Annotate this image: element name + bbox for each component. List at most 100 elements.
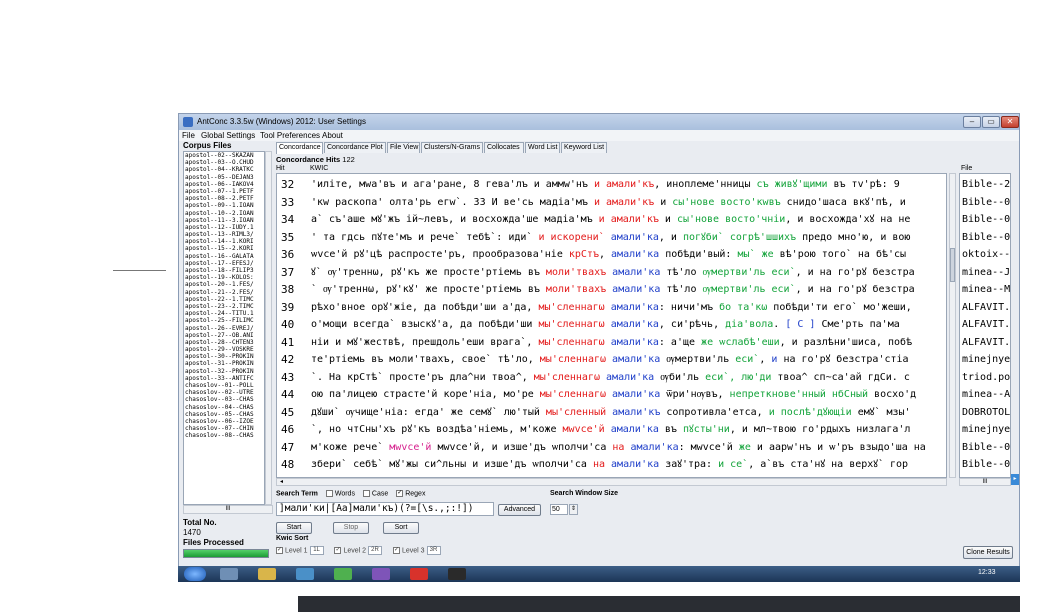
corpus-file-item[interactable]: apostol--08--2.PETF [184, 195, 264, 202]
corpus-file-item[interactable]: apostol--22--1.TIMC [184, 296, 264, 303]
corpus-file-item[interactable]: apostol--12--IUDY.1 [184, 224, 264, 231]
level-2-checkbox[interactable]: ✓ [334, 547, 342, 554]
concordance-row[interactable]: 34 а` съ'аше мꙋ'жъ ій~левъ, и восхожда'ше… [277, 211, 946, 229]
corpus-file-item[interactable]: apostol--04--KRATKC [184, 166, 264, 173]
corpus-file-item[interactable]: apostol--21--2.FES/ [184, 289, 264, 296]
corpus-file-item[interactable]: apostol--32--PROKIN [184, 368, 264, 375]
menu-file[interactable]: File [182, 131, 195, 140]
minimize-button[interactable]: – [963, 116, 981, 128]
advanced-button[interactable]: Advanced [498, 504, 541, 516]
clone-results-button[interactable]: Clone Results [963, 546, 1013, 559]
corpus-file-item[interactable]: apostol--13--RIML3/ [184, 231, 264, 238]
corpus-file-item[interactable]: apostol--31--PROKIN [184, 360, 264, 367]
corpus-file-item[interactable]: apostol--06--IAKOV4 [184, 181, 264, 188]
concordance-row[interactable]: 35 ' та гдсь пꙋте'мъ и рече` тебѣ`: иди` … [277, 229, 946, 247]
corpus-file-item[interactable]: apostol--24--TITU.1 [184, 310, 264, 317]
level-1-value[interactable]: 1L [309, 546, 324, 555]
corpus-file-item[interactable]: apostol--07--1.PETF [184, 188, 264, 195]
sort-level-2[interactable]: ✓ Level 2 2R [328, 546, 383, 555]
corpus-file-item[interactable]: chasoslov--01--POLL [184, 382, 264, 389]
tab-concordance-plot[interactable]: Concordance Plot [324, 142, 386, 153]
corpus-file-item[interactable]: chasoslov--07--CHIN [184, 425, 264, 432]
concordance-row[interactable]: 43 `. На крСтѣ` просте'ръ дла^ни твоа^, м… [277, 369, 946, 387]
concordance-row[interactable]: 45 дꙋши` ѹчище'ніа: егда' же семꙋ` лю'тый… [277, 404, 946, 422]
corpus-file-item[interactable]: apostol--18--FILIP3 [184, 267, 264, 274]
level-3-value[interactable]: 3R [426, 546, 441, 555]
stop-button[interactable]: Stop [333, 522, 369, 534]
concordance-row[interactable]: 36 ѡvсе'й рꙋ'цѣ распросте'ръ, прообразова… [277, 246, 946, 264]
scroll-right-icon[interactable]: ▸ [1011, 474, 1019, 485]
corpus-file-item[interactable]: apostol--27--OB.ANI [184, 332, 264, 339]
file-name-cell[interactable]: triod.pos [962, 369, 1010, 387]
taskbar-app2-icon[interactable] [372, 568, 390, 580]
tab-concordance[interactable]: Concordance [276, 142, 323, 154]
words-checkbox[interactable] [325, 490, 333, 497]
concordance-row[interactable]: 39 рѣхо'вное орꙋ'жіе, да побѣди'ши а'да, … [277, 299, 946, 317]
maximize-button[interactable]: ▭ [982, 116, 1000, 128]
taskbar-folder-icon[interactable] [258, 568, 276, 580]
file-name-cell[interactable]: minea--M/ [962, 281, 1010, 299]
file-hscrollbar[interactable]: III [959, 478, 1011, 486]
file-name-cell[interactable]: DOBROTOLL [962, 404, 1010, 422]
corpus-file-item[interactable]: apostol--30--PROKIN [184, 353, 264, 360]
taskbar-app-icon[interactable] [220, 568, 238, 580]
file-name-cell[interactable]: Bible--02 [962, 456, 1010, 474]
search-term-input[interactable]: ]мали'ки|[Аа]мали'къ)(?=[\s.,;:!]) [276, 502, 494, 516]
level-3-checkbox[interactable]: ✓ [392, 547, 400, 554]
hit-column-header[interactable]: Hit [276, 165, 285, 172]
corpus-file-item[interactable]: apostol--33--ANTIFC [184, 375, 264, 382]
corpus-file-item[interactable]: apostol--10--2.IOAN [184, 210, 264, 217]
file-name-cell[interactable]: minejnye. [962, 421, 1010, 439]
level-2-value[interactable]: 2R [368, 546, 383, 555]
corpus-file-item[interactable]: apostol--16--GALATA [184, 253, 264, 260]
corpus-file-item[interactable]: chasoslov--08--CHAS [184, 432, 264, 439]
corpus-file-item[interactable]: apostol--02--SKAZAN [184, 152, 264, 159]
corpus-file-item[interactable]: apostol--09--1.IOAN [184, 202, 264, 209]
taskbar-app3-icon[interactable] [410, 568, 428, 580]
tab-keyword-list[interactable]: Keyword List [561, 142, 607, 153]
file-column-header[interactable]: File [961, 165, 972, 172]
tab-collocates[interactable]: Collocates [484, 142, 524, 153]
regex-checkbox[interactable]: ✓ [396, 490, 404, 497]
concordance-hscrollbar[interactable]: ◂ [276, 478, 947, 486]
corpus-file-item[interactable]: chasoslov--04--CHAS [184, 404, 264, 411]
corpus-file-item[interactable]: apostol--26--EVREJ/ [184, 325, 264, 332]
window-size-spinner-icon[interactable]: ⇕ [569, 504, 578, 515]
concordance-row[interactable]: 32 'иліте, мwа'въ и ага'ране, 8 гева'лъ и… [277, 176, 946, 194]
sort-level-1[interactable]: ✓ Level 1 1L [276, 546, 324, 555]
corpus-file-item[interactable]: chasoslov--02--UTRE [184, 389, 264, 396]
concordance-row[interactable]: 40 о'мощи всегда` взыскꙋ'а, да побѣди'ши … [277, 316, 946, 334]
file-name-cell[interactable]: Bible--09 [962, 229, 1010, 247]
corpus-file-item[interactable]: apostol--19--KOLOS: [184, 274, 264, 281]
case-checkbox[interactable] [362, 490, 370, 497]
menu-global-settings[interactable]: Global Settings [201, 131, 255, 140]
menu-about[interactable]: About [322, 131, 343, 140]
concordance-results[interactable]: 32 'иліте, мwа'въ и ага'ране, 8 гева'лъ и… [276, 173, 947, 478]
corpus-file-item[interactable]: apostol--11--3.IOAN [184, 217, 264, 224]
file-name-cell[interactable]: ALFAVIT.D [962, 316, 1010, 334]
concordance-row[interactable]: 41 ніи и мꙋ'жествѣ, прешдоль'еши врага`, … [277, 334, 946, 352]
taskbar-antconc-icon[interactable] [448, 568, 466, 580]
concordance-row[interactable]: 42 те'ртіемь въ моли'твахъ, свое` тѣ'ло, … [277, 351, 946, 369]
corpus-file-item[interactable]: apostol--17--EFESJ/ [184, 260, 264, 267]
file-name-cell[interactable]: Bible--07 [962, 194, 1010, 212]
start-orb-icon[interactable] [184, 567, 206, 581]
file-name-cell[interactable]: minea--J/ [962, 264, 1010, 282]
title-bar[interactable]: AntConc 3.3.5w (Windows) 2012: User Sett… [179, 114, 1019, 130]
corpus-file-item[interactable]: apostol--29--VOSKRE [184, 346, 264, 353]
concordance-scrollbar[interactable] [949, 173, 956, 478]
kwic-column-header[interactable]: KWIC [310, 165, 328, 172]
start-button[interactable]: Start [276, 522, 312, 534]
sort-level-3[interactable]: ✓ Level 3 3R [387, 546, 441, 555]
tab-word-list[interactable]: Word List [525, 142, 560, 153]
taskbar-browser-icon[interactable] [334, 568, 352, 580]
corpus-file-item[interactable]: apostol--14--1.KORI [184, 238, 264, 245]
corpus-scrollbar[interactable] [265, 151, 272, 505]
sort-button[interactable]: Sort [383, 522, 419, 534]
file-name-cell[interactable]: minea--AV [962, 386, 1010, 404]
corpus-file-item[interactable]: apostol--28--CHTEN3 [184, 339, 264, 346]
corpus-file-item[interactable]: apostol--25--FILIMC [184, 317, 264, 324]
close-button[interactable]: ✕ [1001, 116, 1019, 128]
file-name-cell[interactable]: Bible--22 [962, 176, 1010, 194]
corpus-file-item[interactable]: apostol--23--2.TIMC [184, 303, 264, 310]
